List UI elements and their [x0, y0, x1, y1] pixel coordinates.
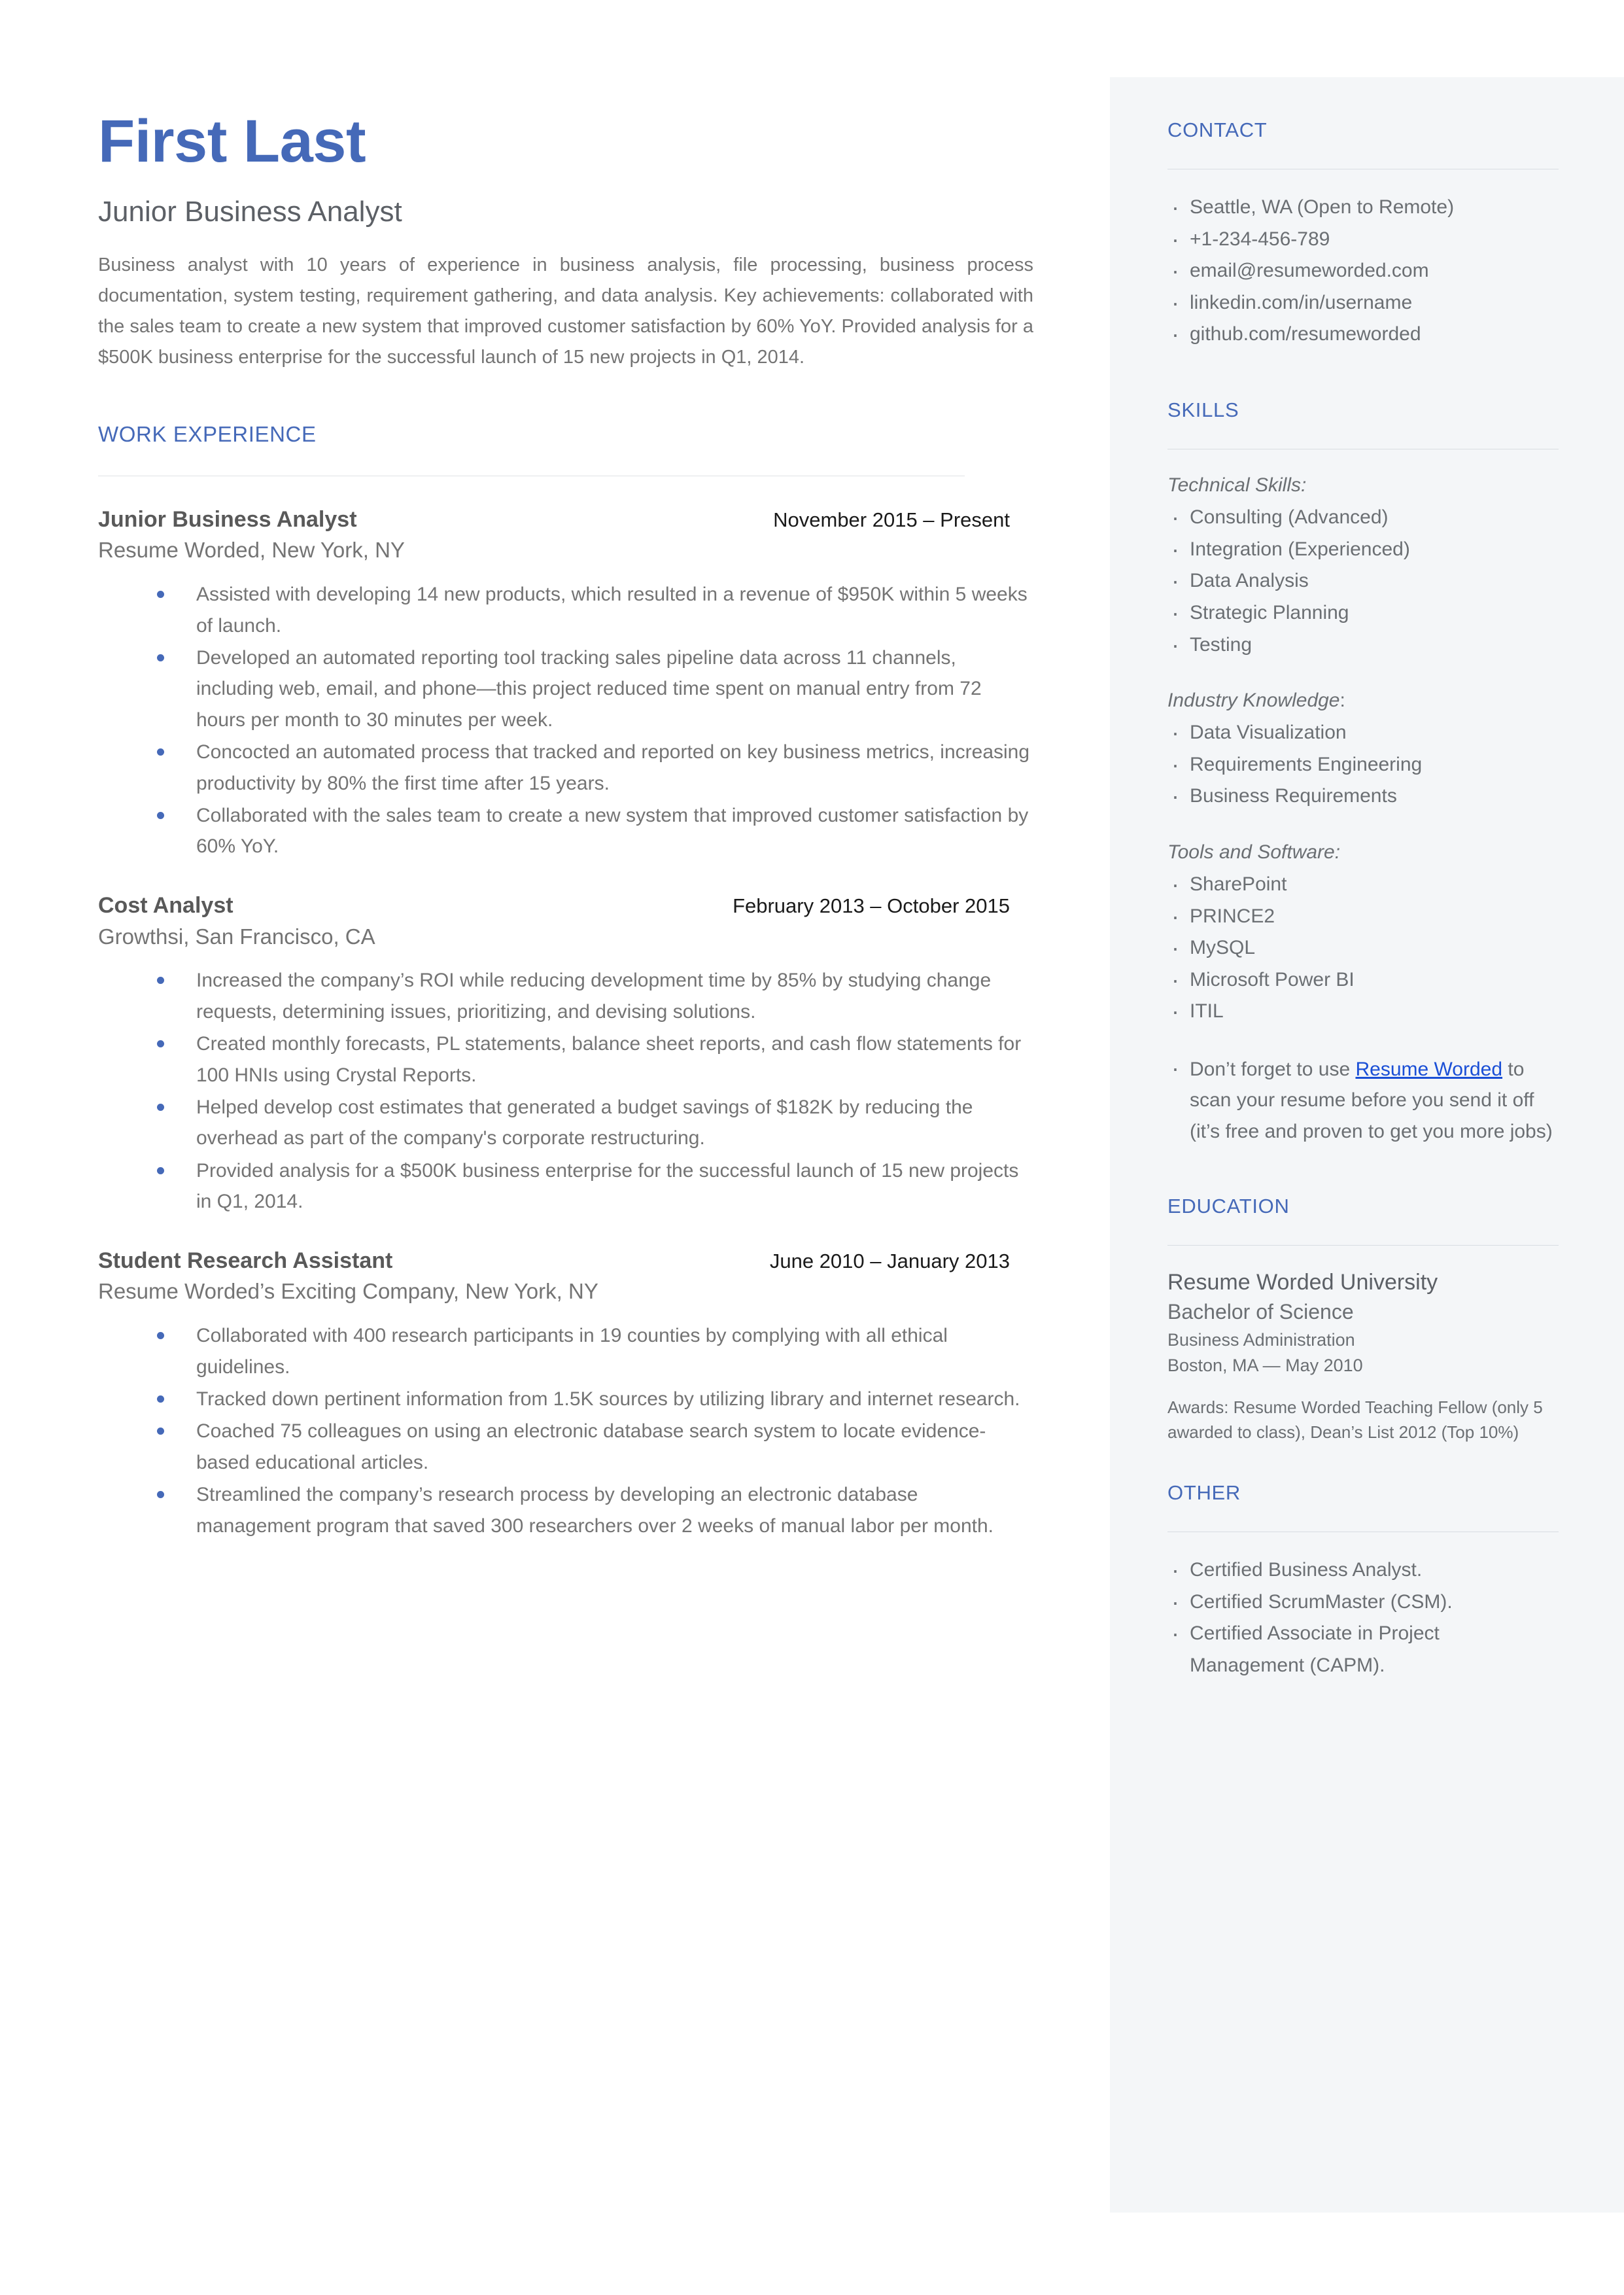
section-heading-contact: CONTACT — [1167, 118, 1268, 141]
job-bullet-list: Increased the company’s ROI while reduci… — [98, 965, 1033, 1217]
promo-text-before: Don’t forget to use — [1190, 1058, 1356, 1080]
skill-group-label-colon: : — [1339, 690, 1345, 712]
work-entry: Cost Analyst February 2013 – October 201… — [98, 892, 1033, 1218]
contact-github[interactable]: github.com/resumeworded — [1167, 316, 1559, 354]
skill-list: SharePoint PRINCE2 MySQL Microsoft Power… — [1167, 866, 1559, 1030]
professional-summary: Business analyst with 10 years of experi… — [98, 254, 1033, 368]
main-column: First Last Junior Business Analyst Busin… — [98, 111, 1033, 1543]
education-field: Business Administration — [1167, 1329, 1355, 1350]
work-entry: Student Research Assistant June 2010 – J… — [98, 1248, 1033, 1541]
contact-list: Seattle, WA (Open to Remote) +1-234-456-… — [1167, 188, 1559, 354]
candidate-role: Junior Business Analyst — [98, 196, 402, 228]
job-company: Growthsi, San Francisco, CA — [98, 924, 375, 949]
skill-item: Testing — [1167, 626, 1559, 664]
skill-group-label-text: Industry Knowledge — [1167, 690, 1340, 712]
resume-worded-link[interactable]: Resume Worded — [1355, 1059, 1502, 1080]
section-divider — [1167, 1245, 1559, 1246]
work-entry-header: Junior Business Analyst November 2015 – … — [98, 506, 1033, 533]
work-entry-header: Cost Analyst February 2013 – October 201… — [98, 892, 1033, 919]
job-bullet: Developed an automated reporting tool tr… — [150, 642, 1033, 735]
job-bullet: Helped develop cost estimates that gener… — [150, 1092, 1033, 1154]
contact-location: Seattle, WA (Open to Remote) — [1167, 188, 1559, 226]
education-location-date: Boston, MA — May 2010 — [1167, 1355, 1363, 1375]
contact-phone: +1-234-456-789 — [1167, 220, 1559, 258]
job-dates: November 2015 – Present — [773, 508, 1010, 531]
job-company: Resume Worded’s Exciting Company, New Yo… — [98, 1279, 598, 1304]
other-list: Certified Business Analyst. Certified Sc… — [1167, 1551, 1559, 1681]
job-company: Resume Worded, New York, NY — [98, 538, 405, 563]
skill-item: Data Visualization — [1167, 714, 1559, 752]
resume-page: First Last Junior Business Analyst Busin… — [0, 0, 1624, 2295]
job-title: Junior Business Analyst — [98, 506, 357, 532]
education-degree: Bachelor of Science — [1167, 1300, 1354, 1324]
job-bullet: Streamlined the company’s research proce… — [150, 1479, 1033, 1541]
job-bullet-list: Assisted with developing 14 new products… — [98, 579, 1033, 862]
education-awards: Awards: Resume Worded Teaching Fellow (o… — [1167, 1397, 1543, 1443]
skill-item: Strategic Planning — [1167, 594, 1559, 632]
skill-list: Consulting (Advanced) Integration (Exper… — [1167, 499, 1559, 664]
skill-item: PRINCE2 — [1167, 898, 1559, 936]
skill-item: Integration (Experienced) — [1167, 531, 1559, 569]
certification-item: Certified ScrumMaster (CSM). — [1167, 1583, 1559, 1621]
job-dates: June 2010 – January 2013 — [769, 1249, 1010, 1272]
resume-worded-promo: Don’t forget to use Resume Worded to sca… — [1167, 1050, 1559, 1147]
job-bullet: Assisted with developing 14 new products… — [150, 579, 1033, 641]
job-bullet: Coached 75 colleagues on using an electr… — [150, 1416, 1033, 1478]
section-heading-education: EDUCATION — [1167, 1195, 1290, 1218]
job-title: Cost Analyst — [98, 892, 233, 918]
skill-item: SharePoint — [1167, 866, 1559, 903]
certification-item: Certified Business Analyst. — [1167, 1551, 1559, 1589]
contact-email[interactable]: email@resumeworded.com — [1167, 252, 1559, 290]
skill-group-label: Tools and Software: — [1167, 841, 1341, 863]
job-bullet: Tracked down pertinent information from … — [150, 1384, 1033, 1414]
section-heading-skills: SKILLS — [1167, 398, 1239, 422]
job-bullet: Increased the company’s ROI while reduci… — [150, 965, 1033, 1027]
work-entry: Junior Business Analyst November 2015 – … — [98, 506, 1033, 862]
job-title: Student Research Assistant — [98, 1248, 393, 1273]
section-heading-other: OTHER — [1167, 1480, 1241, 1504]
job-bullet: Created monthly forecasts, PL statements… — [150, 1028, 1033, 1091]
contact-linkedin[interactable]: linkedin.com/in/username — [1167, 284, 1559, 322]
skill-item: Consulting (Advanced) — [1167, 499, 1559, 536]
job-dates: February 2013 – October 2015 — [733, 894, 1010, 917]
skill-item: MySQL — [1167, 929, 1559, 967]
skill-item: Business Requirements — [1167, 777, 1559, 815]
skill-group-label: Industry Knowledge: — [1167, 687, 1559, 714]
section-heading-work-experience: WORK EXPERIENCE — [98, 422, 317, 447]
work-entry-header: Student Research Assistant June 2010 – J… — [98, 1248, 1033, 1274]
skill-group-technical: Technical Skills: Consulting (Advanced) … — [1167, 472, 1559, 664]
candidate-name: First Last — [98, 108, 366, 175]
job-bullet: Provided analysis for a $500K business e… — [150, 1155, 1033, 1218]
job-bullet-list: Collaborated with 400 research participa… — [98, 1320, 1033, 1541]
skill-group-tools: Tools and Software: SharePoint PRINCE2 M… — [1167, 839, 1559, 1030]
certification-item: Certified Associate in Project Managemen… — [1167, 1615, 1559, 1681]
job-bullet: Collaborated with the sales team to crea… — [150, 800, 1033, 862]
skill-group-industry: Industry Knowledge: Data Visualization R… — [1167, 687, 1559, 815]
skill-group-label: Technical Skills: — [1167, 474, 1307, 497]
sidebar: CONTACT Seattle, WA (Open to Remote) +1-… — [1110, 77, 1624, 2213]
skill-item: Microsoft Power BI — [1167, 961, 1559, 999]
job-bullet: Collaborated with 400 research participa… — [150, 1320, 1033, 1382]
job-bullet: Concocted an automated process that trac… — [150, 737, 1033, 799]
skill-item: ITIL — [1167, 992, 1559, 1030]
skill-item: Data Analysis — [1167, 562, 1559, 600]
skill-item: Requirements Engineering — [1167, 746, 1559, 784]
education-school: Resume Worded University — [1167, 1270, 1438, 1295]
skill-list: Data Visualization Requirements Engineer… — [1167, 714, 1559, 815]
